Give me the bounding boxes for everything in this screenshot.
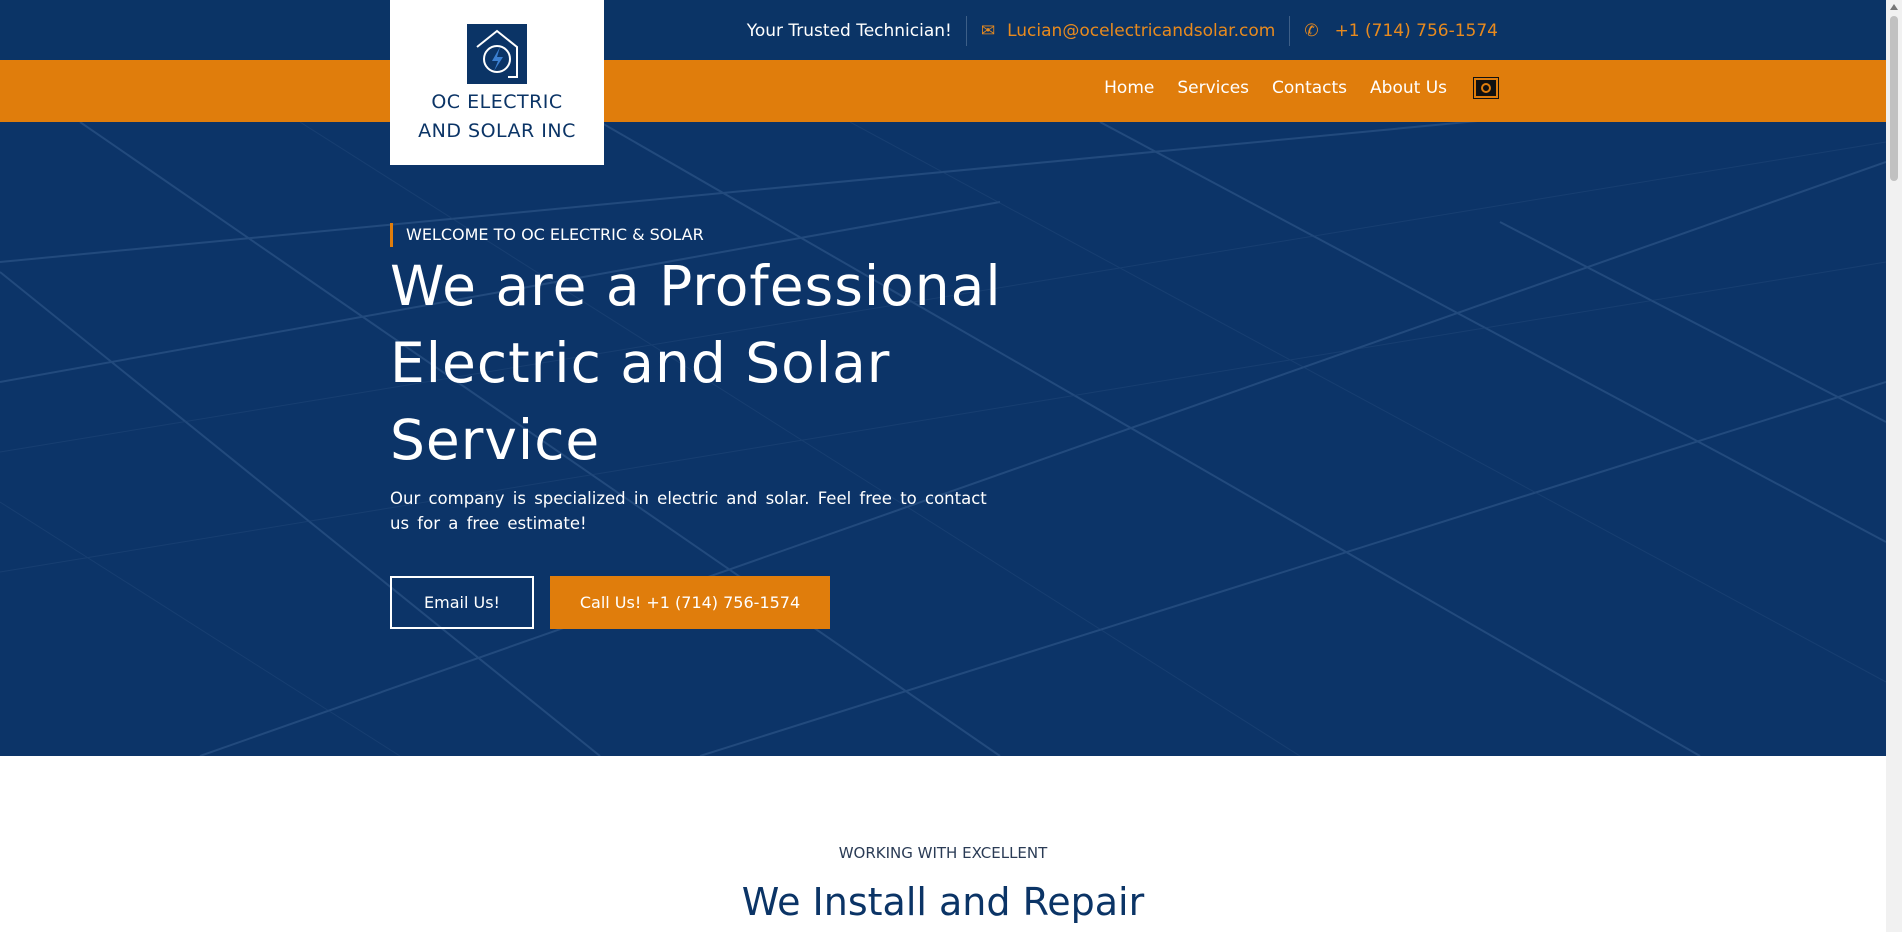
brand-name-line2: AND SOLAR INC bbox=[418, 120, 576, 142]
call-us-button[interactable]: Call Us! +1 (714) 756-1574 bbox=[550, 576, 830, 629]
nav-home[interactable]: Home bbox=[1104, 78, 1154, 98]
nav-about-us[interactable]: About Us bbox=[1370, 78, 1447, 98]
main-nav: Home Services Contacts About Us bbox=[1104, 77, 1499, 99]
email-us-button[interactable]: Email Us! bbox=[390, 576, 534, 629]
brand-name-line1: OC ELECTRIC bbox=[431, 91, 563, 113]
nav-bar bbox=[0, 60, 1886, 122]
email-link[interactable]: Lucian@ocelectricandsolar.com bbox=[1007, 21, 1275, 41]
hero-title: We are a Professional Electric and Solar… bbox=[390, 254, 1002, 472]
top-contact-info: Your Trusted Technician! ✉ Lucian@ocelec… bbox=[747, 16, 1498, 46]
divider bbox=[1289, 16, 1291, 46]
mail-icon: ✉ bbox=[980, 21, 996, 41]
hero-text: Our company is specialized in electric a… bbox=[390, 489, 987, 533]
nav-services[interactable]: Services bbox=[1177, 78, 1249, 98]
divider bbox=[965, 16, 967, 46]
scroll-up-icon[interactable] bbox=[1890, 4, 1898, 10]
section-subtitle: WORKING WITH EXCELLENT bbox=[838, 844, 1048, 862]
scrollbar[interactable] bbox=[1886, 0, 1902, 932]
tagline: Your Trusted Technician! bbox=[746, 21, 952, 41]
camera-icon[interactable] bbox=[1473, 77, 1499, 99]
nav-contacts[interactable]: Contacts bbox=[1272, 78, 1347, 98]
phone-icon: ✆ bbox=[1304, 21, 1319, 41]
section-title: We Install and Repair bbox=[741, 880, 1145, 924]
logo[interactable]: OC ELECTRIC AND SOLAR INC bbox=[390, 0, 604, 165]
scrollbar-thumb[interactable] bbox=[1890, 16, 1898, 181]
logo-bolt-icon bbox=[467, 24, 527, 84]
welcome-label: WELCOME TO OC ELECTRIC & SOLAR bbox=[390, 223, 704, 247]
phone-link[interactable]: +1 (714) 756-1574 bbox=[1335, 21, 1498, 41]
